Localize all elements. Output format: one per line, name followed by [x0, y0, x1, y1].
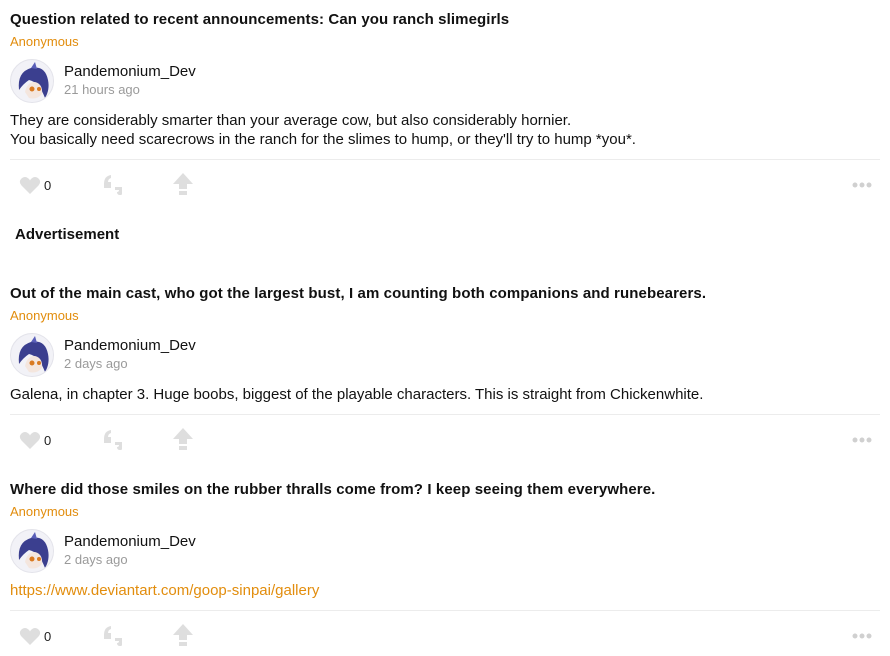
- action-bar: 0: [0, 172, 890, 198]
- question-text[interactable]: Where did those smiles on the rubber thr…: [10, 481, 655, 498]
- timestamp[interactable]: 21 hours ago: [64, 82, 140, 97]
- answer-line: They are considerably smarter than your …: [10, 112, 572, 129]
- heart-icon[interactable]: [19, 431, 41, 450]
- like-count: 0: [44, 629, 52, 644]
- author-name[interactable]: Pandemonium_Dev: [64, 337, 196, 354]
- author-name[interactable]: Pandemonium_Dev: [64, 533, 196, 550]
- share-arrow-icon[interactable]: [172, 172, 194, 196]
- asker-name: Anonymous: [10, 308, 79, 323]
- divider: [10, 610, 880, 611]
- answer-text: Galena, in chapter 3. Huge boobs, bigges…: [10, 385, 703, 404]
- timestamp[interactable]: 2 days ago: [64, 552, 128, 567]
- more-dots-icon[interactable]: [852, 633, 872, 639]
- author-name[interactable]: Pandemonium_Dev: [64, 63, 196, 80]
- heart-icon[interactable]: [19, 627, 41, 646]
- timestamp[interactable]: 2 days ago: [64, 356, 128, 371]
- like-count: 0: [44, 433, 52, 448]
- avatar[interactable]: [10, 529, 54, 573]
- quote-icon[interactable]: [102, 428, 126, 452]
- question-text[interactable]: Question related to recent announcements…: [10, 11, 509, 28]
- more-dots-icon[interactable]: [852, 182, 872, 188]
- quote-icon[interactable]: [102, 624, 126, 648]
- advertisement-label: Advertisement: [15, 226, 120, 243]
- more-dots-icon[interactable]: [852, 437, 872, 443]
- answer-text: They are considerably smarter than your …: [10, 111, 636, 149]
- divider: [10, 159, 880, 160]
- like-count: 0: [44, 178, 52, 193]
- answer-link[interactable]: https://www.deviantart.com/goop-sinpai/g…: [10, 582, 319, 599]
- share-arrow-icon[interactable]: [172, 427, 194, 451]
- divider: [10, 414, 880, 415]
- answer-line: Galena, in chapter 3. Huge boobs, bigges…: [10, 386, 704, 403]
- avatar[interactable]: [10, 333, 54, 377]
- answer-line: You basically need scarecrows in the ran…: [10, 131, 636, 148]
- heart-icon[interactable]: [19, 176, 41, 195]
- avatar[interactable]: [10, 59, 54, 103]
- action-bar: 0: [0, 623, 890, 649]
- page: Question related to recent announcements…: [0, 0, 890, 656]
- asker-name: Anonymous: [10, 504, 79, 519]
- answer-text: https://www.deviantart.com/goop-sinpai/g…: [10, 581, 319, 600]
- share-arrow-icon[interactable]: [172, 623, 194, 647]
- quote-icon[interactable]: [102, 173, 126, 197]
- asker-name: Anonymous: [10, 34, 79, 49]
- action-bar: 0: [0, 427, 890, 453]
- question-text[interactable]: Out of the main cast, who got the larges…: [10, 285, 706, 302]
